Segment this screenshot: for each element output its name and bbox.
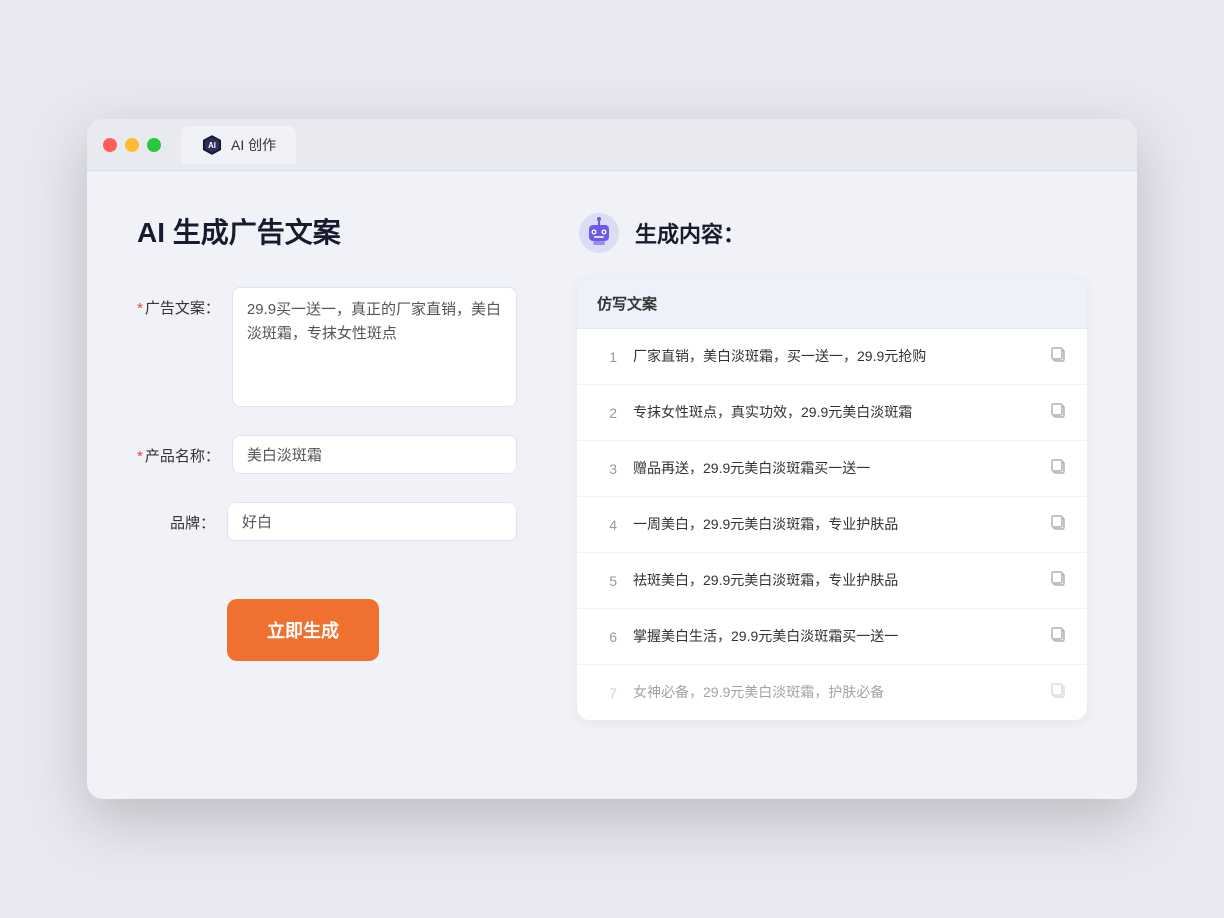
generate-button[interactable]: 立即生成 (227, 599, 379, 661)
copy-icon[interactable] (1049, 345, 1067, 368)
tab-label: AI 创作 (231, 135, 276, 155)
copy-icon[interactable] (1049, 513, 1067, 536)
ai-creation-tab[interactable]: AI AI 创作 (181, 126, 296, 164)
result-text: 掌握美白生活，29.9元美白淡斑霜买一送一 (633, 626, 1033, 647)
titlebar: AI AI 创作 (87, 119, 1137, 171)
traffic-lights (103, 138, 161, 152)
copy-icon[interactable] (1049, 569, 1067, 592)
product-name-label: *产品名称： (137, 435, 232, 466)
ad-copy-label: *广告文案： (137, 287, 232, 318)
svg-text:AI: AI (208, 141, 216, 150)
result-number: 6 (597, 629, 617, 645)
ad-copy-required: * (137, 300, 143, 317)
close-button[interactable] (103, 138, 117, 152)
copy-icon[interactable] (1049, 401, 1067, 424)
brand-input[interactable] (227, 502, 517, 541)
ad-copy-input[interactable] (232, 287, 517, 407)
right-panel: 生成内容： 仿写文案 1 厂家直销，美白淡斑霜，买一送一，29.9元抢购 2 专抹女… (577, 211, 1087, 751)
maximize-button[interactable] (147, 138, 161, 152)
result-text: 专抹女性斑点，真实功效，29.9元美白淡斑霜 (633, 402, 1033, 423)
product-name-group: *产品名称： (137, 435, 517, 474)
copy-icon[interactable] (1049, 457, 1067, 480)
result-number: 2 (597, 405, 617, 421)
result-text: 一周美白，29.9元美白淡斑霜，专业护肤品 (633, 514, 1033, 535)
result-item: 5 祛斑美白，29.9元美白淡斑霜，专业护肤品 (577, 553, 1087, 609)
result-number: 3 (597, 461, 617, 477)
result-number: 7 (597, 685, 617, 701)
brand-label: 品牌： (137, 502, 227, 533)
results-container: 仿写文案 1 厂家直销，美白淡斑霜，买一送一，29.9元抢购 2 专抹女性斑点，真实… (577, 279, 1087, 720)
page-title: AI 生成广告文案 (137, 211, 517, 251)
brand-group: 品牌： (137, 502, 517, 541)
result-text: 赠品再送，29.9元美白淡斑霜买一送一 (633, 458, 1033, 479)
copy-icon[interactable] (1049, 625, 1067, 648)
result-item: 1 厂家直销，美白淡斑霜，买一送一，29.9元抢购 (577, 329, 1087, 385)
left-panel: AI 生成广告文案 *广告文案： *产品名称： 品牌： 立即生成 (137, 211, 517, 751)
results-header: 仿写文案 (577, 279, 1087, 329)
product-name-required: * (137, 448, 143, 465)
right-title: 生成内容： (635, 217, 745, 249)
right-header: 生成内容： (577, 211, 1087, 255)
minimize-button[interactable] (125, 138, 139, 152)
result-number: 1 (597, 349, 617, 365)
bot-icon (577, 211, 621, 255)
result-item: 3 赠品再送，29.9元美白淡斑霜买一送一 (577, 441, 1087, 497)
copy-icon[interactable] (1049, 681, 1067, 704)
result-number: 5 (597, 573, 617, 589)
result-text: 厂家直销，美白淡斑霜，买一送一，29.9元抢购 (633, 346, 1033, 367)
ad-copy-group: *广告文案： (137, 287, 517, 407)
result-item: 2 专抹女性斑点，真实功效，29.9元美白淡斑霜 (577, 385, 1087, 441)
product-name-input[interactable] (232, 435, 517, 474)
app-window: AI AI 创作 AI 生成广告文案 *广告文案： *产品名称： (87, 119, 1137, 799)
ai-tab-icon: AI (201, 134, 223, 156)
result-number: 4 (597, 517, 617, 533)
result-text: 女神必备，29.9元美白淡斑霜，护肤必备 (633, 682, 1033, 703)
main-content: AI 生成广告文案 *广告文案： *产品名称： 品牌： 立即生成 (87, 171, 1137, 791)
result-item: 6 掌握美白生活，29.9元美白淡斑霜买一送一 (577, 609, 1087, 665)
result-item: 7 女神必备，29.9元美白淡斑霜，护肤必备 (577, 665, 1087, 720)
result-item: 4 一周美白，29.9元美白淡斑霜，专业护肤品 (577, 497, 1087, 553)
results-list: 1 厂家直销，美白淡斑霜，买一送一，29.9元抢购 2 专抹女性斑点，真实功效，29… (577, 329, 1087, 720)
result-text: 祛斑美白，29.9元美白淡斑霜，专业护肤品 (633, 570, 1033, 591)
